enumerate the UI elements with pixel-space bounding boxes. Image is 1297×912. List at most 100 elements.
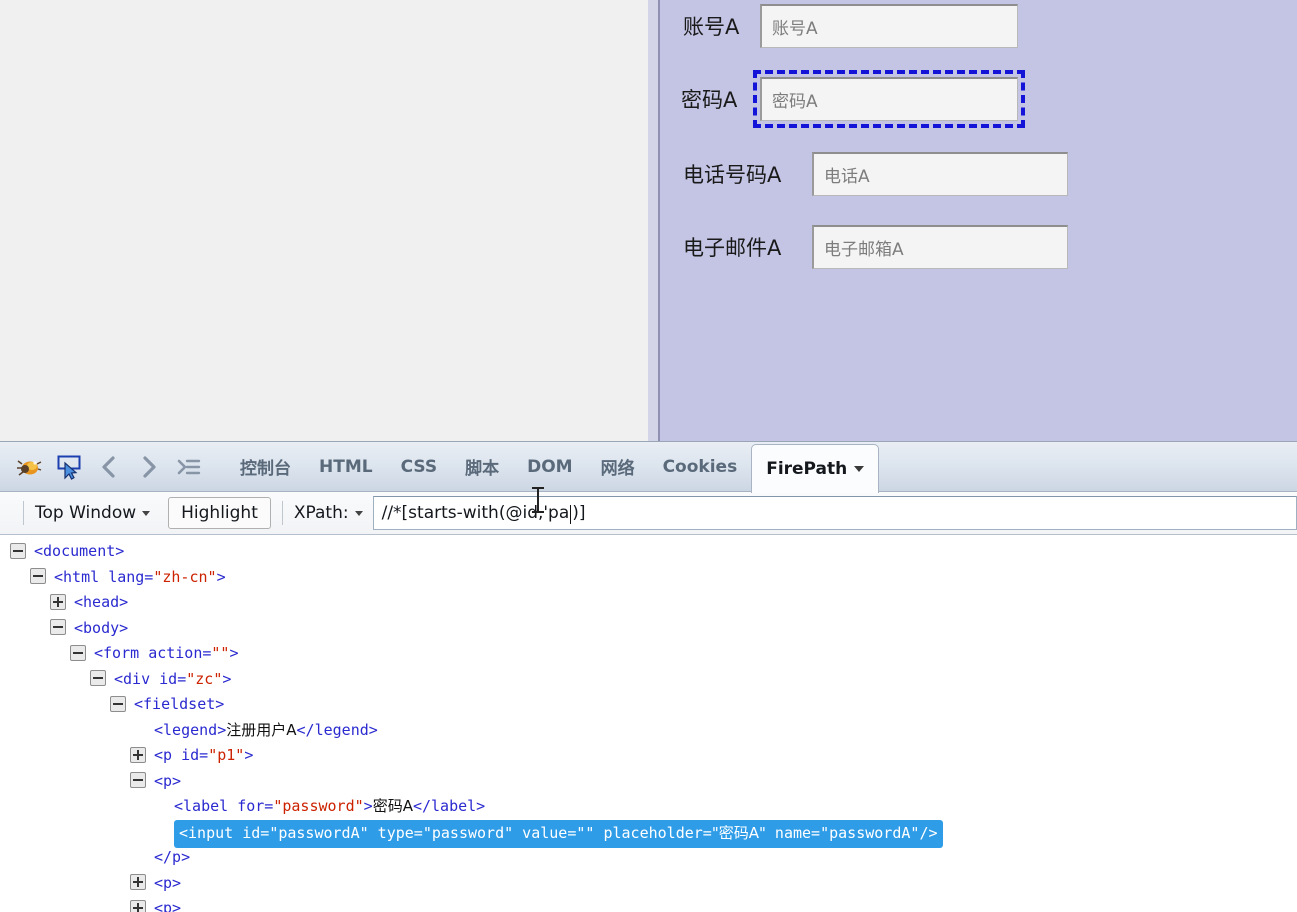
collapse-twisty-icon[interactable] bbox=[70, 644, 86, 661]
dom-token-tag: > bbox=[229, 644, 239, 662]
dom-tree-node[interactable]: <html lang="zh-cn"> bbox=[0, 565, 1297, 591]
expand-twisty-icon[interactable] bbox=[130, 874, 146, 890]
tab-dom[interactable]: DOM bbox=[513, 442, 586, 492]
dom-token-attr: name= bbox=[765, 823, 821, 842]
dom-tree-node[interactable]: <p> bbox=[0, 871, 1297, 897]
collapse-twisty-icon[interactable] bbox=[50, 619, 66, 635]
dom-tree-node[interactable]: <body> bbox=[0, 616, 1297, 642]
form-field-input[interactable]: 账号A bbox=[760, 4, 1018, 48]
tab-html-label: HTML bbox=[319, 456, 373, 477]
inspect-element-icon[interactable] bbox=[50, 448, 88, 486]
dom-token-val: "zh-cn" bbox=[153, 567, 217, 586]
dom-token-tag: <p> bbox=[154, 873, 182, 892]
xpath-input-value: //*[starts-with(@id,'pa bbox=[381, 503, 570, 523]
panel-list-icon[interactable] bbox=[170, 448, 208, 486]
dom-token-tag: > bbox=[216, 567, 226, 586]
dom-tree-node-content: <label for="password">密码A</label> bbox=[174, 797, 485, 815]
dom-tree-node-content: <document> bbox=[34, 542, 124, 560]
dom-tree-node[interactable]: <div id="zc"> bbox=[0, 667, 1297, 693]
tab-net[interactable]: 网络 bbox=[587, 442, 649, 492]
dom-token-tag: <p> bbox=[154, 899, 182, 912]
registration-form-panel: 账号A账号A密码A密码A电话号码A电话A电子邮件A电子邮箱A 注册用户A Spa… bbox=[658, 0, 1297, 441]
dom-tree-node-selected: <input id= "passwordA" type="password" va… bbox=[174, 819, 943, 848]
xpath-input-value-tail: )] bbox=[572, 503, 586, 523]
collapse-twisty-icon[interactable] bbox=[110, 695, 126, 712]
top-window-selector[interactable]: Top Window bbox=[35, 503, 151, 523]
dom-tree-node[interactable]: <fieldset> bbox=[0, 692, 1297, 718]
dom-token-tag: > bbox=[363, 797, 373, 815]
tab-script-label: 脚本 bbox=[465, 459, 500, 479]
dom-token-tag: </label> bbox=[412, 797, 486, 815]
dom-token-val: "p1" bbox=[208, 746, 245, 764]
firebug-tabs: 控制台 HTML CSS 脚本 DOM 网络 Cookies FirePath bbox=[226, 442, 880, 493]
dom-tree-node[interactable]: <label for="password">密码A</label> bbox=[0, 794, 1297, 820]
expand-twisty-icon[interactable] bbox=[130, 899, 146, 912]
dom-token-tag: <html bbox=[54, 567, 109, 586]
dom-tree-node-content: <p> bbox=[154, 772, 181, 790]
highlight-toggle-label: Highlight bbox=[181, 503, 258, 523]
dom-token-attr: id= bbox=[242, 823, 270, 842]
dom-tree[interactable]: <document> <html lang="zh-cn"> <head> <body… bbox=[0, 535, 1297, 912]
dom-tree-node[interactable]: <p id="p1"> bbox=[0, 743, 1297, 769]
dom-token-attr: value= bbox=[513, 823, 577, 842]
dom-token-tag: > bbox=[222, 669, 232, 688]
dom-tree-node[interactable]: <p> bbox=[0, 896, 1297, 912]
dom-tree-node-content: <head> bbox=[74, 593, 128, 611]
dom-tree-node-content: <form action=""> bbox=[94, 644, 239, 662]
tab-cookies[interactable]: Cookies bbox=[649, 442, 752, 492]
dom-token-val: "password" bbox=[422, 823, 514, 842]
dom-token-tag: <legend> bbox=[154, 720, 227, 739]
collapse-twisty-icon[interactable] bbox=[30, 568, 46, 584]
collapse-twisty-icon[interactable] bbox=[90, 670, 106, 686]
dom-token-tag: <head> bbox=[74, 593, 129, 611]
dom-token-attr: type= bbox=[368, 823, 423, 842]
tab-css-label: CSS bbox=[400, 456, 438, 477]
chevron-down-icon bbox=[854, 465, 865, 472]
collapse-twisty-icon[interactable] bbox=[130, 772, 146, 788]
dom-tree-node[interactable]: <document> bbox=[0, 539, 1297, 565]
dom-token-attr: placeholder= bbox=[594, 823, 712, 842]
chevron-down-icon bbox=[142, 510, 151, 516]
text-caret bbox=[570, 504, 572, 524]
dom-token-tag: <p bbox=[154, 746, 182, 764]
form-field-label: 电子邮件A bbox=[683, 236, 782, 260]
expand-twisty-icon[interactable] bbox=[50, 593, 66, 610]
dom-tree-node[interactable]: <p> bbox=[0, 769, 1297, 795]
dom-token-tag: > bbox=[244, 746, 254, 764]
tab-html[interactable]: HTML bbox=[305, 442, 387, 492]
tab-console[interactable]: 控制台 bbox=[226, 442, 305, 492]
expand-twisty-icon[interactable] bbox=[130, 746, 146, 763]
tab-cookies-label: Cookies bbox=[662, 456, 738, 477]
chevron-down-icon bbox=[354, 510, 363, 516]
form-field-input[interactable]: 电子邮箱A bbox=[812, 225, 1068, 269]
highlight-toggle-button[interactable]: Highlight bbox=[168, 497, 271, 529]
dom-token-val: "passwordA" bbox=[820, 823, 920, 842]
xpath-input[interactable]: //*[starts-with(@id,'pa)] bbox=[372, 496, 1297, 530]
dom-token-tag: /> bbox=[919, 823, 938, 842]
form-field-input[interactable]: 电话A bbox=[812, 152, 1068, 196]
dom-tree-node-content: <p id="p1"> bbox=[154, 746, 253, 764]
firebug-bug-icon[interactable] bbox=[10, 448, 48, 486]
back-chevron-icon[interactable] bbox=[90, 448, 128, 486]
forward-chevron-icon[interactable] bbox=[130, 448, 168, 486]
dom-tree-node[interactable]: <legend>注册用户A</legend> bbox=[0, 718, 1297, 744]
collapse-twisty-icon[interactable] bbox=[10, 542, 26, 559]
selector-mode-dropdown[interactable]: XPath: bbox=[294, 503, 363, 523]
dom-token-tag: <input bbox=[179, 823, 243, 842]
dom-tree-node[interactable]: <head> bbox=[0, 590, 1297, 616]
dom-tree-node[interactable]: <form action=""> bbox=[0, 641, 1297, 667]
dom-tree-node[interactable]: <input id= "passwordA" type="password" va… bbox=[0, 819, 1297, 848]
form-field-label: 电话号码A bbox=[683, 163, 782, 187]
form-field-input[interactable]: 密码A bbox=[753, 70, 1025, 128]
dom-tree-node-content: <div id="zc"> bbox=[114, 670, 231, 688]
dom-tree-node[interactable]: </p> bbox=[0, 845, 1297, 871]
dom-tree-node-content: <fieldset> bbox=[134, 695, 224, 713]
selector-mode-label: XPath: bbox=[293, 503, 349, 523]
tab-firepath-label: FirePath bbox=[766, 458, 848, 479]
dom-token-txt: 注册用户A bbox=[226, 720, 297, 739]
tab-css[interactable]: CSS bbox=[387, 442, 452, 492]
dom-token-tag: <label bbox=[174, 797, 238, 815]
tab-script[interactable]: 脚本 bbox=[451, 442, 513, 492]
dom-token-val: "密码A" bbox=[711, 823, 766, 842]
tab-firepath[interactable]: FirePath bbox=[751, 443, 880, 493]
